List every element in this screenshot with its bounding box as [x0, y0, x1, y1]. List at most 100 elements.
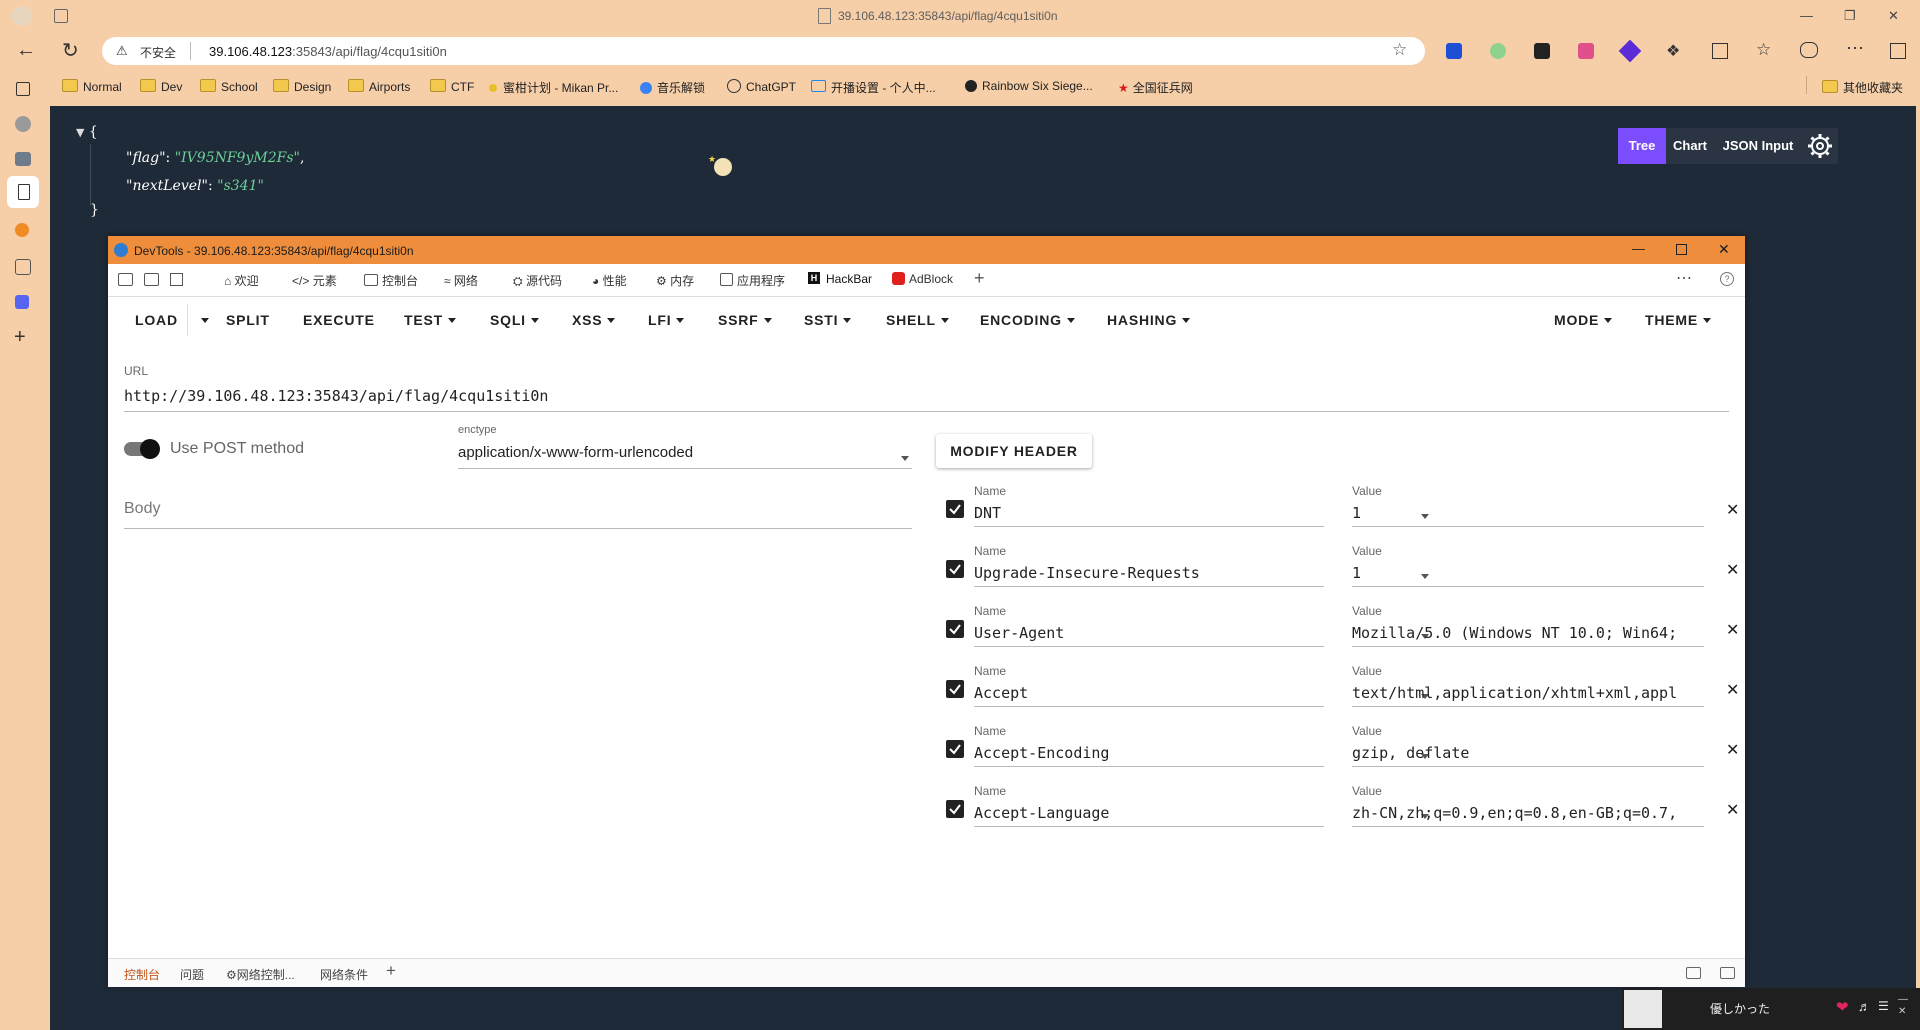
- minimize-icon[interactable]: —: [1800, 8, 1813, 23]
- xss-menu[interactable]: XSS: [572, 312, 616, 328]
- tree-mode-button[interactable]: Tree: [1618, 128, 1666, 164]
- add-drawer-tab-icon[interactable]: +: [386, 961, 396, 981]
- remove-header-icon[interactable]: ✕: [1726, 680, 1739, 700]
- header-checkbox[interactable]: [946, 620, 964, 638]
- add-tab-icon[interactable]: +: [974, 268, 985, 289]
- bookmark-design[interactable]: Design: [273, 79, 331, 94]
- header-name[interactable]: Accept: [974, 684, 1028, 702]
- header-name[interactable]: Accept-Language: [974, 804, 1109, 822]
- post-toggle[interactable]: [124, 439, 160, 459]
- sqli-menu[interactable]: SQLI: [490, 312, 539, 328]
- header-checkbox[interactable]: [946, 560, 964, 578]
- bookmark-conscription[interactable]: ★ 全国征兵网: [1118, 79, 1193, 96]
- more-options-icon[interactable]: ⋯: [1676, 268, 1692, 288]
- url-text[interactable]: 39.106.48.123:35843/api/flag/4cqu1siti0n: [209, 44, 447, 59]
- tab-welcome[interactable]: ⌂ 欢迎: [224, 272, 259, 289]
- tab-network[interactable]: ≈ 网络: [444, 272, 478, 289]
- dock-icon[interactable]: [170, 273, 183, 286]
- profile-avatar[interactable]: [12, 6, 32, 26]
- remove-header-icon[interactable]: ✕: [1726, 800, 1739, 820]
- favorite-star-icon[interactable]: ☆: [1392, 40, 1407, 60]
- add-icon[interactable]: +: [14, 326, 26, 349]
- load-button[interactable]: LOAD: [135, 312, 178, 328]
- header-value[interactable]: gzip, deflate: [1352, 744, 1704, 762]
- header-checkbox[interactable]: [946, 740, 964, 758]
- close-drawer-icon[interactable]: [1720, 967, 1735, 979]
- remove-header-icon[interactable]: ✕: [1726, 740, 1739, 760]
- security-label[interactable]: 不安全: [140, 44, 176, 61]
- extension-green-icon[interactable]: [1490, 43, 1506, 59]
- tab-memory[interactable]: ⚙ 内存: [656, 272, 694, 289]
- close-icon[interactable]: ✕: [1888, 8, 1899, 24]
- close-icon[interactable]: ✕: [1718, 241, 1730, 258]
- warning-icon[interactable]: ⚠: [116, 43, 128, 59]
- tab-elements[interactable]: </> 元素: [292, 272, 337, 289]
- header-value[interactable]: text/html,application/xhtml+xml,appl: [1352, 684, 1704, 702]
- bookmark-mikan[interactable]: 蜜柑计划 - Mikan Pr...: [489, 79, 618, 96]
- heart-icon[interactable]: ❤: [1836, 998, 1849, 1016]
- header-checkbox[interactable]: [946, 500, 964, 518]
- enctype-caret[interactable]: [896, 450, 909, 468]
- undock-drawer-icon[interactable]: [1686, 967, 1701, 979]
- json-entry-next-level[interactable]: "nextLevel": "s341": [126, 178, 264, 194]
- bookmark-dev[interactable]: Dev: [140, 79, 182, 94]
- app-icon[interactable]: [15, 152, 31, 166]
- execute-button[interactable]: EXECUTE: [303, 312, 375, 328]
- split-screen-icon[interactable]: [1712, 43, 1728, 59]
- widget-controls-icon[interactable]: — ✕: [1898, 994, 1908, 1018]
- header-name[interactable]: Upgrade-Insecure-Requests: [974, 564, 1200, 582]
- collapse-triangle-icon[interactable]: ▼: [76, 126, 84, 139]
- bitwarden-icon[interactable]: [1446, 43, 1462, 59]
- encoding-menu[interactable]: ENCODING: [980, 312, 1075, 328]
- bookmark-music-unlock[interactable]: 音乐解锁: [640, 79, 705, 96]
- remove-header-icon[interactable]: ✕: [1726, 500, 1739, 520]
- bookmark-rainbow-six[interactable]: Rainbow Six Siege...: [965, 79, 1093, 93]
- shell-menu[interactable]: SHELL: [886, 312, 949, 328]
- translate-icon[interactable]: [1578, 43, 1594, 59]
- bookmark-school[interactable]: School: [200, 79, 258, 94]
- more-menu-icon[interactable]: ⋯: [1846, 38, 1864, 59]
- drawer-tab-network-console[interactable]: ⚙网络控制...: [226, 966, 295, 983]
- load-dropdown[interactable]: [196, 312, 209, 328]
- settings-button[interactable]: [1802, 128, 1838, 164]
- orange-app-icon[interactable]: [15, 223, 29, 237]
- inspect-icon[interactable]: [118, 273, 133, 286]
- extensions-puzzle-icon[interactable]: ❖: [1666, 41, 1680, 61]
- test-menu[interactable]: TEST: [404, 312, 456, 328]
- ssti-menu[interactable]: SSTI: [804, 312, 852, 328]
- header-name[interactable]: Accept-Encoding: [974, 744, 1109, 762]
- mode-menu[interactable]: MODE: [1554, 312, 1613, 328]
- hashing-menu[interactable]: HASHING: [1107, 312, 1191, 328]
- tab-application[interactable]: 应用程序: [720, 272, 785, 289]
- bookmark-airports[interactable]: Airports: [348, 79, 410, 94]
- lfi-menu[interactable]: LFI: [648, 312, 685, 328]
- menu-icon[interactable]: ☰: [1878, 999, 1889, 1013]
- header-value[interactable]: 1: [1352, 504, 1704, 522]
- restore-icon[interactable]: ❐: [1844, 8, 1856, 24]
- drawer-tab-issues[interactable]: 问题: [180, 966, 204, 983]
- ssrf-menu[interactable]: SSRF: [718, 312, 772, 328]
- extension-dark-icon[interactable]: [1534, 43, 1550, 59]
- tab-adblock[interactable]: AdBlock: [892, 272, 953, 286]
- header-value[interactable]: 1: [1352, 564, 1704, 582]
- active-page-tab[interactable]: [7, 176, 39, 208]
- vertical-tabs-icon[interactable]: [16, 82, 30, 96]
- modify-header-button[interactable]: MODIFY HEADER: [936, 434, 1092, 468]
- image-app-icon[interactable]: [15, 259, 31, 275]
- url-input[interactable]: http://39.106.48.123:35843/api/flag/4cqu…: [124, 387, 548, 405]
- split-button[interactable]: SPLIT: [226, 312, 270, 328]
- refresh-icon[interactable]: ↻: [62, 38, 79, 63]
- help-icon[interactable]: ?: [1720, 272, 1734, 286]
- remove-header-icon[interactable]: ✕: [1726, 620, 1739, 640]
- header-value[interactable]: zh-CN,zh;q=0.9,en;q=0.8,en-GB;q=0.7,: [1352, 804, 1704, 822]
- device-emulation-icon[interactable]: [144, 273, 159, 286]
- bookmark-chatgpt[interactable]: ChatGPT: [727, 79, 796, 94]
- minimize-icon[interactable]: —: [1632, 241, 1645, 256]
- bookmark-live-settings[interactable]: 开播设置 - 个人中...: [811, 79, 936, 96]
- favorites-icon[interactable]: ☆: [1756, 40, 1771, 60]
- theme-menu[interactable]: THEME: [1645, 312, 1711, 328]
- address-bar[interactable]: ⚠ 不安全 39.106.48.123:35843/api/flag/4cqu1…: [102, 37, 1425, 65]
- volume-icon[interactable]: ♬: [1858, 999, 1871, 1014]
- back-icon[interactable]: ←: [16, 39, 36, 62]
- bookmark-other-favorites[interactable]: 其他收藏夹: [1822, 79, 1903, 96]
